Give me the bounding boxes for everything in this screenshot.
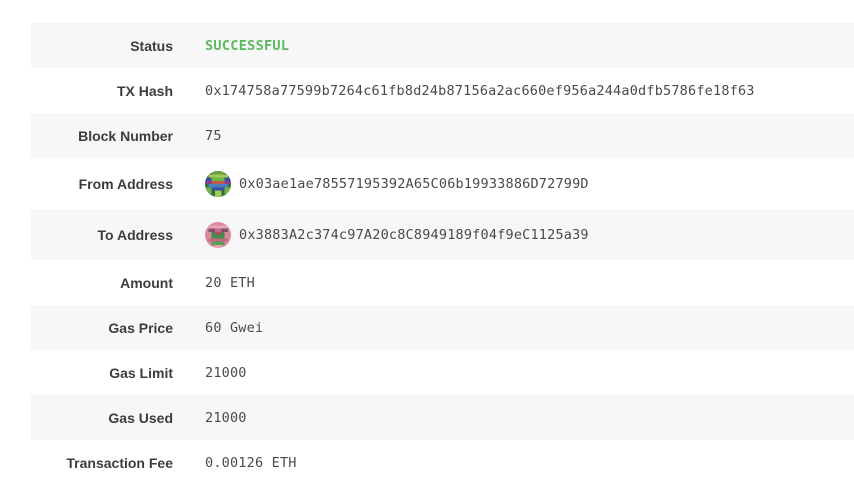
to-address-value: 0x3883A2c374c97A20c8C8949189f04f9eC1125a…	[239, 226, 589, 243]
to-address-row: To Address 0x3883A2c374c97A20c8C8949189f…	[31, 209, 854, 260]
gas-limit-label: Gas Limit	[109, 364, 173, 381]
to-address-container: 0x3883A2c374c97A20c8C8949189f04f9eC1125a…	[205, 221, 589, 248]
gas-used-value: 21000	[205, 409, 247, 426]
from-address-value: 0x03ae1ae78557195392A65C06b19933886D7279…	[239, 175, 589, 192]
transaction-fee-value: 0.00126 ETH	[205, 454, 297, 471]
amount-label: Amount	[120, 274, 173, 291]
tx-hash-label: TX Hash	[116, 82, 173, 99]
transaction-details-table: Status SUCCESSFUL TX Hash 0x174758a77599…	[31, 23, 854, 485]
transaction-fee-row: Transaction Fee 0.00126 ETH	[31, 440, 854, 485]
tx-hash-value: 0x174758a77599b7264c61fb8d24b87156a2ac66…	[205, 82, 755, 99]
block-number-value: 75	[205, 127, 222, 144]
transaction-fee-label: Transaction Fee	[66, 454, 173, 471]
gas-price-row: Gas Price 60 Gwei	[31, 305, 854, 350]
block-number-label: Block Number	[78, 127, 173, 144]
tx-hash-row: TX Hash 0x174758a77599b7264c61fb8d24b871…	[31, 68, 854, 113]
status-label: Status	[130, 37, 173, 54]
gas-price-label: Gas Price	[108, 319, 173, 336]
gas-used-row: Gas Used 21000	[31, 395, 854, 440]
status-value: SUCCESSFUL	[205, 37, 290, 54]
from-address-row: From Address 0x03ae1ae78557195392A65C06b…	[31, 158, 854, 209]
block-number-row: Block Number 75	[31, 113, 854, 158]
status-value-container: SUCCESSFUL	[205, 38, 289, 54]
gas-price-value: 60 Gwei	[205, 319, 264, 336]
gas-limit-row: Gas Limit 21000	[31, 350, 854, 395]
amount-value: 20 ETH	[205, 274, 255, 291]
to-address-label: To Address	[97, 226, 173, 243]
amount-row: Amount 20 ETH	[31, 260, 854, 305]
gas-limit-value: 21000	[205, 364, 247, 381]
status-row: Status SUCCESSFUL	[31, 23, 854, 68]
identicon-avatar-icon	[205, 221, 231, 248]
from-address-label: From Address	[78, 175, 173, 192]
gas-used-label: Gas Used	[108, 409, 173, 426]
from-address-container: 0x03ae1ae78557195392A65C06b19933886D7279…	[205, 170, 589, 197]
identicon-avatar-icon	[205, 170, 231, 197]
